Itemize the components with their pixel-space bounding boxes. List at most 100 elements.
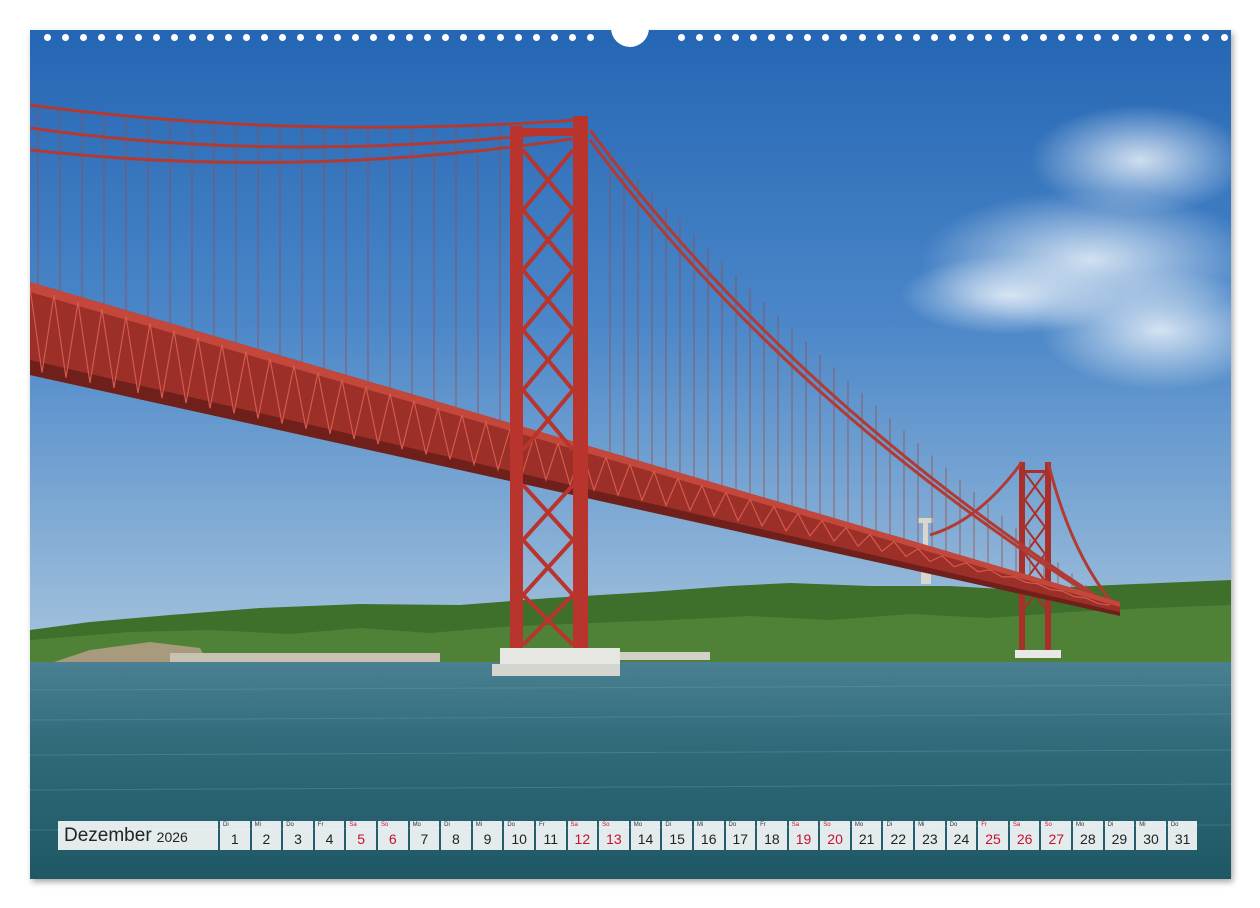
weekday-abbr: Do: [507, 822, 516, 828]
weekday-abbr: Sa: [570, 822, 578, 828]
weekday-abbr: So: [380, 822, 389, 828]
weekday-abbr: Di: [1107, 822, 1114, 828]
calendar-day: Do 17: [725, 821, 756, 850]
calendar-day: Mo 21: [851, 821, 882, 850]
calendar-day: Mi 30: [1136, 821, 1166, 850]
day-number: 6: [388, 831, 397, 847]
calendar-day: Fr 18: [757, 821, 787, 850]
weekday-abbr: Sa: [791, 822, 800, 828]
binding-hole: [1148, 34, 1156, 41]
weekday-abbr: Do: [286, 822, 294, 828]
day-number: 28: [1080, 831, 1096, 847]
day-number: 23: [922, 831, 938, 847]
weekday-abbr: Sa: [1012, 822, 1021, 828]
calendar-day: Di 29: [1104, 821, 1135, 850]
binding-hole: [731, 34, 739, 41]
day-number: 2: [262, 831, 271, 847]
calendar-day: Sa 26: [1009, 821, 1040, 850]
day-number: 8: [452, 831, 460, 847]
weekday-abbr: Fr: [981, 822, 987, 828]
weekday-abbr: Di: [665, 822, 671, 828]
binding-hole: [550, 34, 558, 41]
calendar-day: Fr 11: [535, 821, 566, 850]
binding-hole: [768, 34, 775, 41]
binding-hole: [442, 34, 450, 41]
weekday-abbr: Mi: [254, 822, 261, 828]
weekday-abbr: Fr: [317, 822, 324, 828]
binding-hole: [225, 34, 232, 41]
binding-hole: [44, 34, 51, 41]
day-number: 29: [1111, 831, 1128, 847]
weekday-abbr: Mo: [412, 822, 421, 828]
day-number: 31: [1174, 831, 1191, 847]
binding-hole: [894, 34, 902, 41]
calendar-day: Di 22: [883, 821, 914, 850]
day-number: 17: [732, 831, 749, 847]
day-number: 12: [574, 831, 591, 847]
calendar-day: Mi 23: [915, 821, 945, 850]
weekday-abbr: Fr: [760, 822, 766, 828]
month-label: Dezember 2026: [58, 821, 218, 850]
binding-hole: [840, 34, 848, 41]
day-number: 26: [1016, 831, 1033, 847]
binding-hole: [1039, 34, 1047, 41]
binding-hole: [587, 34, 594, 41]
day-number: 21: [858, 831, 875, 847]
binding-hole: [822, 34, 830, 41]
binding-hole: [1184, 34, 1192, 41]
calendar-day: Sa 19: [788, 821, 819, 850]
day-number: 24: [953, 831, 970, 847]
day-number: 3: [294, 831, 302, 847]
calendar-day: Fr 25: [978, 821, 1008, 850]
calendar-day: Do 24: [946, 821, 977, 850]
binding-hole: [261, 34, 269, 41]
calendar-day: Mo 7: [409, 821, 440, 850]
day-number: 20: [827, 831, 843, 847]
binding-hole: [532, 34, 540, 41]
binding-hole: [369, 34, 377, 41]
weekday-abbr: Do: [1170, 822, 1179, 828]
binding-hole: [1021, 34, 1029, 41]
calendar-strip: Dezember 2026 Di 1 Mi 2 Do 3 Fr 4 Sa 5 So 6 Mo 7 Di 8 Mi…: [58, 821, 1203, 851]
day-number: 19: [795, 831, 812, 847]
binding-hole: [876, 34, 884, 41]
calendar-day: Mi 9: [472, 821, 503, 850]
binding-hole: [387, 34, 395, 41]
weekday-abbr: Di: [886, 822, 893, 828]
day-number: 27: [1048, 831, 1065, 847]
binding-hole: [1111, 34, 1119, 41]
day-number: 14: [637, 831, 654, 847]
weekday-abbr: So: [1044, 822, 1052, 828]
calendar-day: Do 31: [1167, 821, 1198, 850]
binding-hole: [749, 34, 757, 41]
binding-hole: [315, 34, 323, 41]
binding-hole: [80, 34, 88, 41]
binding-hole: [858, 34, 866, 41]
weekday-abbr: Mi: [1139, 822, 1146, 828]
calendar-day: Mi 16: [693, 821, 724, 850]
binding-hole: [279, 34, 287, 41]
binding-hole: [1202, 34, 1210, 41]
weekday-abbr: Mi: [696, 822, 704, 828]
binding-hole: [677, 34, 685, 41]
day-number: 7: [420, 831, 429, 847]
calendar-day: So 27: [1041, 821, 1072, 850]
day-number: 11: [543, 831, 558, 847]
calendar-day: Fr 4: [314, 821, 345, 850]
binding-hole: [1003, 34, 1011, 41]
binding-hole: [188, 34, 196, 41]
binding-hole: [949, 34, 956, 41]
calendar-day: Di 8: [441, 821, 471, 850]
binding-hole: [514, 34, 522, 41]
binding-hole: [1220, 34, 1228, 41]
day-number: 16: [700, 831, 717, 847]
binding-hole: [297, 34, 305, 41]
day-number: 18: [764, 831, 780, 847]
binding-hole: [243, 34, 251, 41]
calendar-day: So 20: [820, 821, 850, 850]
calendar-day: Do 10: [504, 821, 534, 850]
binding-hole: [930, 34, 938, 41]
binding-hole: [912, 34, 920, 41]
weekday-abbr: Sa: [349, 822, 357, 828]
binding-hole: [406, 34, 413, 41]
